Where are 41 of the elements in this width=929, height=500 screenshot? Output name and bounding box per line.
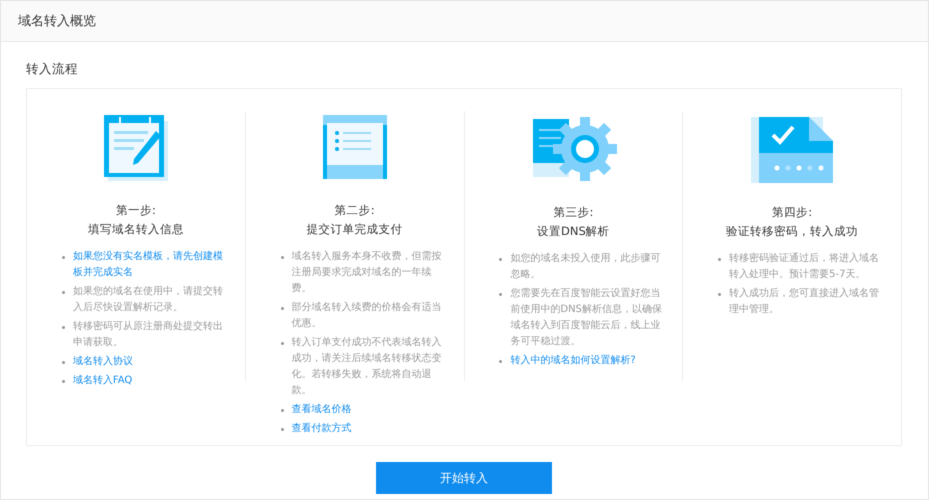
note-text: 转移密码可从原注册商处提交转出申请获取。 (72, 320, 224, 350)
bullet-icon (280, 307, 284, 310)
bullet-icon (62, 291, 65, 294)
bullet-icon (62, 361, 65, 364)
bullet-icon (280, 342, 284, 345)
help-link[interactable]: 域名转入协议 (72, 354, 133, 370)
bullet-icon (499, 258, 502, 261)
note-text: 如果您的域名在使用中，请提交转入后尽快设置解析记录。 (72, 284, 224, 315)
note-text: 域名转入服务本身不收费，但需按注册局要求完成对域名的一年续费。 (292, 250, 443, 296)
bullet-icon (499, 360, 502, 363)
start-transfer-button[interactable]: 开始转入 (376, 462, 552, 494)
step-title: 填写域名转入信息 (88, 222, 184, 237)
note-text: 您需要先在百度智能云设置好您当前使用中的DNS解析信息，以确保域名转入到百度智能云后，线上业务可平稳过渡。 (510, 286, 663, 349)
step-label: 第三步: (553, 205, 594, 220)
note-text: 部分域名转入续费的价格会有适当优惠。 (292, 300, 443, 331)
help-link[interactable]: 域名转入FAQ (72, 373, 132, 389)
page-title: 域名转入概览 (18, 13, 96, 30)
bullet-icon (62, 326, 65, 329)
step-label: 第二步: (334, 203, 375, 218)
help-link[interactable]: 查看域名价格 (292, 402, 352, 418)
bullet-icon (280, 256, 284, 259)
step-title: 验证转移密码，转入成功 (726, 224, 858, 239)
bullet-icon (62, 380, 65, 383)
note-text: 转入订单支付成功不代表域名转入成功，请关注后续域名转移状态变化。若转移失败，系统将自动退款。 (292, 336, 443, 398)
help-link[interactable]: 查看付款方式 (292, 421, 352, 437)
note-text: 转入成功后，您可直接进入域名管理中管理。 (729, 286, 880, 317)
step-title: 提交订单完成支付 (306, 222, 403, 237)
section-title: 转入流程 (26, 61, 79, 78)
step-label: 第一步: (116, 203, 156, 218)
step-title: 设置DNS解析 (536, 224, 610, 239)
bullet-icon (718, 258, 722, 261)
bullet-icon (280, 409, 284, 412)
bullet-icon (718, 293, 722, 296)
note-text: 如您的域名未投入使用，此步骤可忽略。 (510, 252, 662, 282)
step-label: 第四步: (772, 205, 812, 220)
bullet-icon (499, 293, 502, 296)
help-link[interactable]: 如果您没有实名模板，请先创建模板并完成实名 (72, 249, 232, 281)
bullet-icon (62, 256, 65, 259)
bullet-icon (280, 428, 284, 431)
help-link[interactable]: 转入中的域名如何设置解析? (510, 353, 636, 369)
note-text: 转移密码验证通过后，将进入域名转入处理中。预计需要5-7天。 (729, 252, 880, 282)
